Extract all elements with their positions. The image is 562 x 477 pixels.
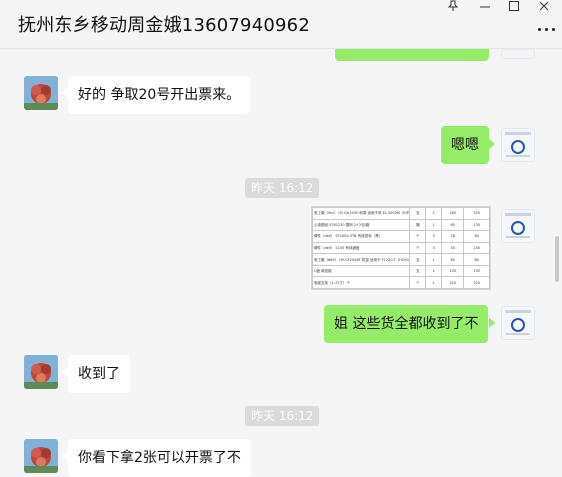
sheet-cell: 50 xyxy=(441,241,465,255)
logo-icon xyxy=(502,129,534,161)
sheet-cell: 支 xyxy=(409,264,427,278)
previous-message-bubble[interactable] xyxy=(335,49,489,61)
sheet-cell: 130 xyxy=(463,218,490,232)
contact-avatar[interactable] xyxy=(24,439,58,473)
sheet-cell: 1 xyxy=(425,218,443,232)
sheet-cell: 硬件（dell） 2100 有线键盘 xyxy=(311,241,411,255)
my-avatar[interactable] xyxy=(501,49,535,59)
sheet-cell: 160 xyxy=(441,207,465,220)
message-bubble[interactable]: 你看下拿2张可以开票了不 xyxy=(68,439,251,477)
sheet-row: 硬件（dell） 2100 有线键盘个 3 50 150 xyxy=(311,241,490,255)
contact-avatar[interactable] xyxy=(24,76,58,110)
more-icon[interactable] xyxy=(538,24,556,36)
sheet-cell: 个 xyxy=(409,241,427,255)
sheet-cell: 2 xyxy=(425,207,443,220)
logo-icon xyxy=(502,210,534,242)
flower-icon xyxy=(24,76,58,110)
sheet-cell: 3 xyxy=(425,241,443,255)
sheet-cell: 320 xyxy=(441,276,465,289)
flower-icon xyxy=(24,355,58,389)
sheet-cell: 箱 xyxy=(409,218,427,232)
sheet-row: U盘 新技能支 1 155 155 xyxy=(311,264,490,278)
sheet-cell: 个 xyxy=(409,276,427,289)
sheet-row: 硬件（dell） ST1000 3TB 有线鼠标（黑）个 3 28 84 xyxy=(311,230,490,243)
sheet-cell: 80 xyxy=(463,253,490,266)
image-message[interactable]: 电工箱（5m） HY-GH1430 耐寒 适用于风 EL-2002M（KIP-T… xyxy=(311,206,491,290)
sheet-cell: 支 xyxy=(409,253,427,266)
sheet-cell: 1 xyxy=(425,253,443,266)
sheet-row: 电工箱（5m） HY-GH1430 耐寒 适用于风 EL-2002M（KIP-T… xyxy=(311,207,490,220)
my-avatar[interactable] xyxy=(501,128,535,162)
sheet-cell: 65 xyxy=(441,218,465,232)
sheet-cell: 电工箱（5m） HY-GH1430 耐寒 适用于风 EL-2002M（KIP-T… xyxy=(311,207,411,220)
logo-icon xyxy=(502,307,534,339)
contact-avatar[interactable] xyxy=(24,355,58,389)
timestamp: 昨天 16:12 xyxy=(245,406,320,426)
close-icon[interactable] xyxy=(533,0,555,14)
sheet-cell: U盘 新技能 xyxy=(311,264,411,278)
sheet-row: 心电图纸 ST61230 国网 2+2包/箱箱 1 65 130 xyxy=(311,218,490,232)
my-avatar[interactable] xyxy=(501,209,535,243)
message-bubble[interactable]: 嗯嗯 xyxy=(441,126,489,164)
chat-header: 抚州东乡移动周金娥13607940962 xyxy=(0,0,562,48)
sheet-cell: 155 xyxy=(463,264,490,278)
minimize-icon[interactable] xyxy=(474,0,496,14)
pin-icon[interactable] xyxy=(442,0,464,14)
message-bubble[interactable]: 好的 争取20号开出票来。 xyxy=(68,76,251,114)
spreadsheet-image: 电工箱（5m） HY-GH1430 耐寒 适用于风 EL-2002M（KIP-T… xyxy=(311,207,490,289)
sheet-cell: 3 xyxy=(425,230,443,243)
sheet-cell: 320 xyxy=(463,207,490,220)
chat-title: 抚州东乡移动周金娥13607940962 xyxy=(18,15,310,36)
flower-icon xyxy=(24,439,58,473)
sheet-cell: 心电图纸 ST61230 国网 2+2包/箱 xyxy=(311,218,411,232)
message-bubble[interactable]: 姐 这些货全都收到了不 xyxy=(324,305,489,343)
sheet-cell: 150 xyxy=(463,241,490,255)
sheet-cell: 1 xyxy=(425,264,443,278)
sheet-cell: 电工箱（680） HY-GF2006T 防盗 适用于 F1220-T（H2008… xyxy=(311,253,411,266)
sheet-cell: 155 xyxy=(441,264,465,278)
message-bubble[interactable]: 收到了 xyxy=(68,355,130,393)
sheet-cell: 支 xyxy=(409,207,427,220)
sheet-cell: 1 xyxy=(425,276,443,289)
timestamp: 昨天 16:12 xyxy=(245,178,320,198)
sheet-cell: 硬件（dell） ST1000 3TB 有线鼠标（黑） xyxy=(311,230,411,243)
sheet-cell: 84 xyxy=(463,230,490,243)
sheet-row: 电工箱（680） HY-GF2006T 防盗 适用于 F1220-T（H2008… xyxy=(311,253,490,266)
sheet-cell: 80 xyxy=(441,253,465,266)
sheet-row: 电缆支架（1-75寸）个个 1 320 320 xyxy=(311,276,490,289)
sheet-cell: 个 xyxy=(409,230,427,243)
scrollbar-thumb[interactable] xyxy=(555,236,559,282)
sheet-cell: 320 xyxy=(463,276,490,289)
maximize-icon[interactable] xyxy=(503,0,525,14)
sheet-cell: 电缆支架（1-75寸）个 xyxy=(311,276,411,289)
my-avatar[interactable] xyxy=(501,306,535,340)
sheet-cell: 28 xyxy=(441,230,465,243)
